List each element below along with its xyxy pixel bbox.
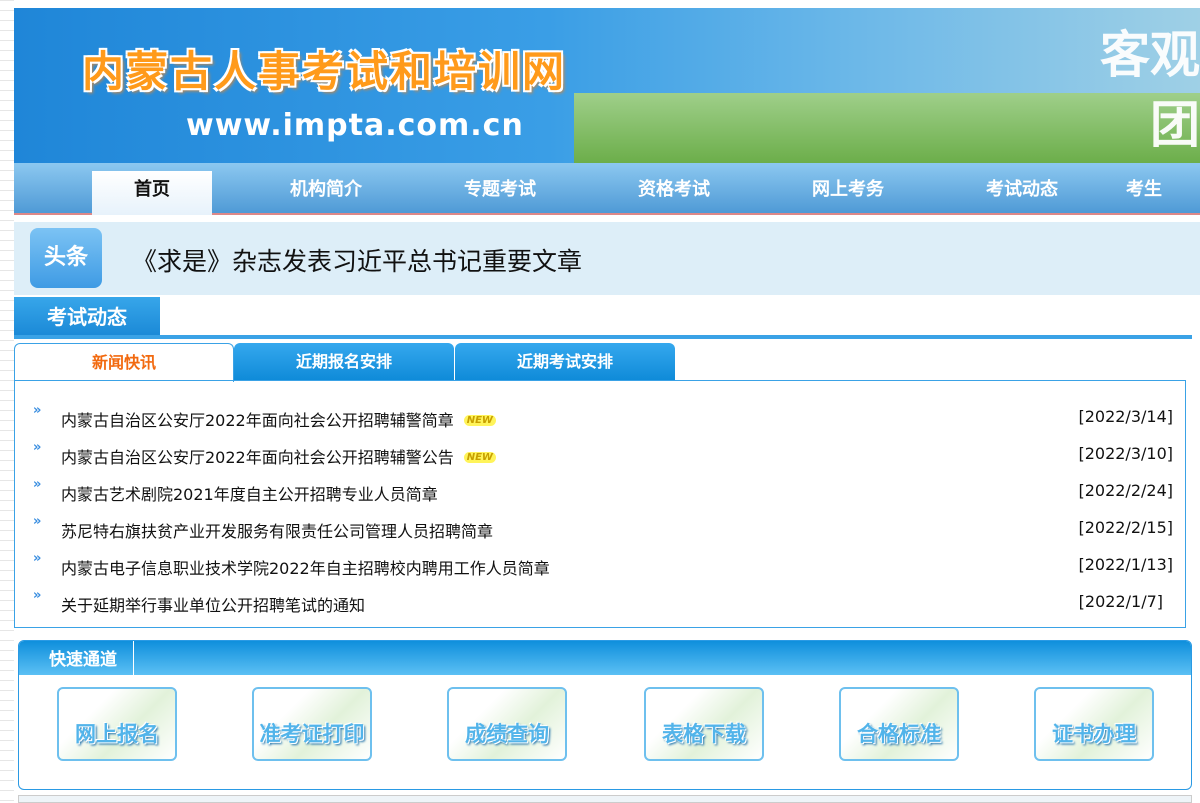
list-item: » 内蒙古自治区公安厅2022年面向社会公开招聘辅警公告 NEW [2022/3/10… (33, 440, 1173, 470)
bottom-banner (18, 795, 1192, 803)
news-link[interactable]: 内蒙古电子信息职业技术学院2022年自主招聘校内聘用工作人员简章 (61, 555, 550, 579)
headline-tag: 头条 (30, 228, 102, 288)
nav-online-affairs[interactable]: 网上考务 (788, 163, 908, 213)
headline-bar: 头条 《求是》杂志发表习近平总书记重要文章 (14, 222, 1200, 295)
nav-home[interactable]: 首页 (92, 171, 212, 215)
news-link[interactable]: 内蒙古自治区公安厅2022年面向社会公开招聘辅警公告 NEW (61, 444, 496, 468)
arrow-icon: » (33, 440, 42, 455)
certificate-button[interactable]: 证书办理 (1034, 687, 1154, 761)
list-item: » 内蒙古艺术剧院2021年度自主公开招聘专业人员简章 [2022/2/24] (33, 477, 1173, 507)
admission-ticket-print-button[interactable]: 准考证打印 (252, 687, 372, 761)
main-nav: 首页 机构简介 专题考试 资格考试 网上考务 考试动态 考生 (14, 163, 1200, 215)
news-title: 内蒙古自治区公安厅2022年面向社会公开招聘辅警公告 (61, 448, 454, 467)
news-date: [2022/3/14] (1078, 407, 1173, 426)
news-link[interactable]: 关于延期举行事业单位公开招聘笔试的通知 (61, 592, 365, 616)
quick-access-panel: 快速通道 网上报名 准考证打印 成绩查询 表格下载 合格标准 证书办理 (18, 640, 1192, 790)
score-query-button[interactable]: 成绩查询 (447, 687, 567, 761)
arrow-icon: » (33, 588, 42, 603)
news-date: [2022/1/7] (1078, 592, 1163, 611)
nav-candidates[interactable]: 考生 (1126, 163, 1200, 213)
site-url: www.impta.com.cn (186, 108, 524, 143)
arrow-icon: » (33, 403, 42, 418)
quick-access-title: 快速通道 (49, 641, 134, 679)
section-title: 考试动态 (14, 297, 160, 337)
page: 内蒙古人事考试和培训网 www.impta.com.cn 客观 团 首页 机构简… (14, 0, 1200, 803)
list-item: » 关于延期举行事业单位公开招聘笔试的通知 [2022/1/7] (33, 588, 1163, 618)
news-link[interactable]: 苏尼特右旗扶贫产业开发服务有限责任公司管理人员招聘简章 (61, 518, 493, 542)
list-item: » 苏尼特右旗扶贫产业开发服务有限责任公司管理人员招聘简章 [2022/2/15] (33, 514, 1173, 544)
list-item: » 内蒙古自治区公安厅2022年面向社会公开招聘辅警简章 NEW [2022/3/14… (33, 403, 1173, 433)
news-date: [2022/3/10] (1078, 444, 1173, 463)
list-item: » 内蒙古电子信息职业技术学院2022年自主招聘校内聘用工作人员简章 [2022/1… (33, 551, 1173, 581)
arrow-icon: » (33, 477, 42, 492)
news-link[interactable]: 内蒙古艺术剧院2021年度自主公开招聘专业人员简章 (61, 481, 438, 505)
quick-access-header: 快速通道 (19, 641, 1191, 679)
tab-exam-schedule[interactable]: 近期考试安排 (455, 343, 675, 381)
news-list: » 内蒙古自治区公安厅2022年面向社会公开招聘辅警简章 NEW [2022/3/14… (14, 380, 1186, 628)
new-badge: NEW (463, 415, 496, 426)
news-date: [2022/2/24] (1078, 481, 1173, 500)
online-registration-button[interactable]: 网上报名 (57, 687, 177, 761)
news-date: [2022/1/13] (1078, 555, 1173, 574)
tab-registration-schedule[interactable]: 近期报名安排 (234, 343, 454, 381)
site-banner: 内蒙古人事考试和培训网 www.impta.com.cn 客观 团 (14, 8, 1200, 163)
nav-special-exams[interactable]: 专题考试 (440, 163, 560, 213)
nav-about[interactable]: 机构简介 (266, 163, 386, 213)
nav-qualification-exams[interactable]: 资格考试 (614, 163, 734, 213)
headline-link[interactable]: 《求是》杂志发表习近平总书记重要文章 (132, 242, 582, 278)
nav-exam-news[interactable]: 考试动态 (962, 163, 1082, 213)
tab-news-flash[interactable]: 新闻快讯 (14, 343, 234, 382)
section-divider (14, 335, 1192, 339)
news-link[interactable]: 内蒙古自治区公安厅2022年面向社会公开招聘辅警简章 NEW (61, 407, 496, 431)
arrow-icon: » (33, 514, 42, 529)
news-title: 内蒙古自治区公安厅2022年面向社会公开招聘辅警简章 (61, 411, 454, 430)
new-badge: NEW (463, 452, 496, 463)
news-date: [2022/2/15] (1078, 518, 1173, 537)
site-title: 内蒙古人事考试和培训网 (82, 47, 567, 96)
arrow-icon: » (33, 551, 42, 566)
passing-standard-button[interactable]: 合格标准 (839, 687, 959, 761)
banner-slogan: 客观 团 (1100, 26, 1200, 154)
form-download-button[interactable]: 表格下载 (644, 687, 764, 761)
